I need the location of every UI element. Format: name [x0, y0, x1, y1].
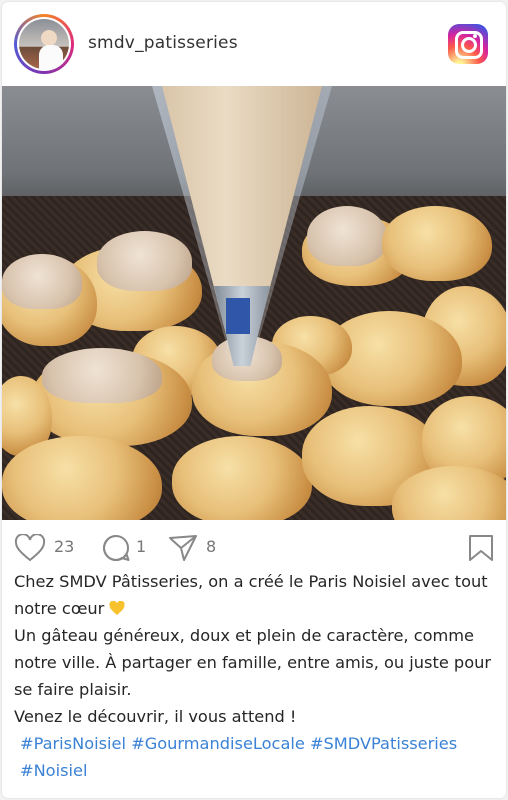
avatar[interactable] — [14, 14, 74, 74]
post-actions: 23 1 8 — [2, 520, 506, 572]
post-card: smdv_patisseries 23 1 8 Chez SMDV Pâtiss… — [2, 2, 506, 798]
bookmark-icon[interactable] — [468, 534, 494, 561]
hashtags[interactable]: #ParisNoisiel #GourmandiseLocale #SMDVPa… — [14, 730, 496, 784]
caption-line-1: Chez SMDV Pâtisseries, on a créé le Pari… — [14, 572, 488, 618]
shares-count: 8 — [206, 537, 217, 556]
post-caption: Chez SMDV Pâtisseries, on a créé le Pari… — [14, 568, 496, 784]
caption-line-2: Un gâteau généreux, doux et plein de car… — [14, 626, 492, 699]
share-icon[interactable] — [168, 534, 198, 561]
comment-icon[interactable] — [102, 534, 130, 561]
post-photo[interactable] — [2, 86, 506, 520]
likes-count: 23 — [54, 537, 75, 556]
avatar-chef-icon — [17, 17, 71, 71]
caption-line-3: Venez le découvrir, il vous attend ! — [14, 707, 297, 726]
yellow-heart-emoji-icon — [109, 597, 126, 615]
instagram-logo-icon[interactable] — [448, 24, 488, 64]
comments-count: 1 — [136, 537, 147, 556]
post-header: smdv_patisseries — [2, 2, 506, 86]
heart-icon[interactable] — [14, 534, 46, 562]
username[interactable]: smdv_patisseries — [88, 33, 238, 53]
